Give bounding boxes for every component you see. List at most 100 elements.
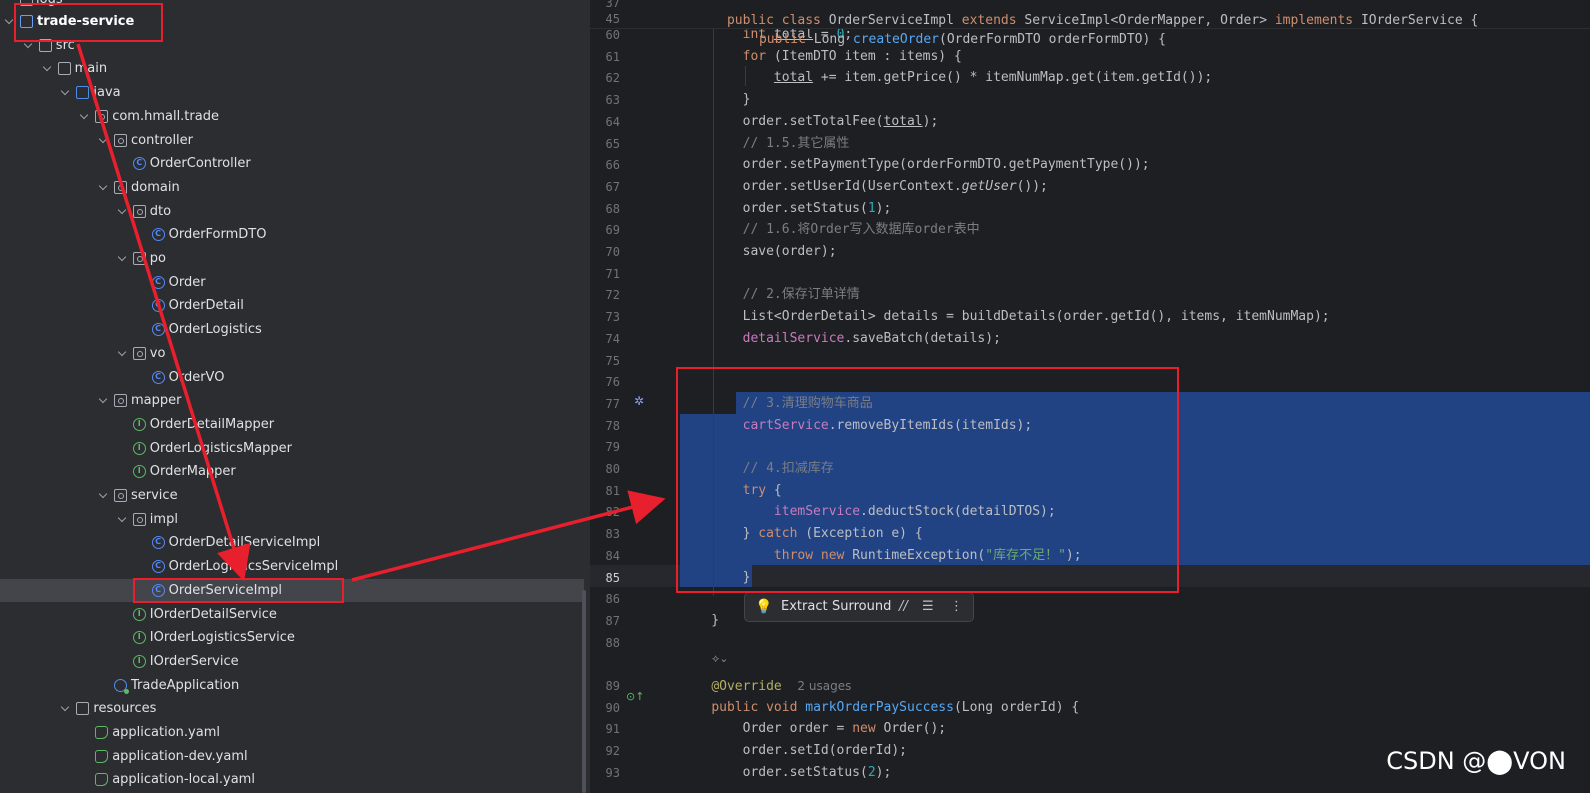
code-line[interactable]: save(order); (590, 241, 1590, 263)
chevron-down-icon[interactable] (98, 394, 108, 404)
tree-row-label: resources (93, 701, 157, 717)
tree-row[interactable]: main (0, 57, 584, 80)
chevron-down-icon[interactable] (79, 110, 89, 120)
tree-row[interactable]: application-local.yaml (0, 768, 584, 791)
tree-row[interactable]: I IOrderLogisticsService (0, 626, 584, 649)
tree-row[interactable]: TradeApplication (0, 674, 584, 697)
source-root-folder-icon (76, 86, 90, 100)
annotation-box-module (14, 3, 163, 42)
code-line[interactable]: // 1.6.将Order写入数据库order表中 (590, 219, 1590, 241)
class-icon: C (151, 323, 165, 337)
package-icon (114, 180, 127, 194)
code-line[interactable] (590, 263, 1590, 285)
code-line[interactable]: order.setUserId(UserContext.getUser()); (590, 176, 1590, 198)
chevron-down-icon[interactable] (98, 489, 108, 499)
tree-row-label: application-local.yaml (112, 772, 255, 788)
tree-row-label: TradeApplication (131, 677, 240, 693)
override-gutter-icon[interactable]: ⊙↑ (626, 690, 644, 704)
code-line[interactable] (590, 632, 1590, 654)
code-line[interactable]: // 1.5.其它属性 (590, 133, 1590, 155)
code-line[interactable]: total += item.getPrice() * itemNumMap.ge… (590, 67, 1590, 89)
tree-row-label: IOrderDetailService (149, 606, 277, 622)
more-icon[interactable]: ⋮ (950, 593, 963, 621)
tree-row[interactable]: controller (0, 129, 584, 152)
reformat-icon[interactable]: ☰ (922, 593, 934, 621)
code-line[interactable]: } (590, 89, 1590, 111)
extract-button[interactable]: Extract (781, 593, 828, 621)
chevron-down-icon[interactable] (117, 205, 127, 214)
tree-row[interactable]: application.yaml (0, 721, 584, 744)
tree-row[interactable]: I OrderMapper (0, 460, 584, 483)
tree-row[interactable]: vo (0, 342, 584, 365)
tree-row[interactable]: C OrderLogistics (0, 318, 584, 341)
tree-row-label: OrderLogisticsServiceImpl (168, 559, 339, 575)
tree-row[interactable]: I OrderDetailMapper (0, 413, 584, 436)
tree-row-label: dto (149, 203, 172, 219)
tree-row[interactable]: mapper (0, 389, 584, 412)
code-line[interactable]: } (590, 610, 1590, 632)
tree-row[interactable]: domain (0, 176, 584, 199)
tree-row[interactable]: com.hmall.trade (0, 105, 584, 128)
lightbulb-icon[interactable]: 💡 (755, 593, 772, 621)
chevron-down-icon[interactable] (42, 63, 51, 72)
tree-row-label: impl (149, 511, 178, 527)
code-line[interactable]: order.setPaymentType(orderFormDTO.getPay… (590, 154, 1590, 176)
tree-row[interactable]: I OrderLogisticsMapper (0, 437, 584, 460)
code-line[interactable]: List<OrderDetail> details = buildDetails… (590, 306, 1590, 328)
tree-row[interactable]: C OrderDetail (0, 294, 584, 317)
chevron-down-icon[interactable] (98, 134, 108, 143)
tree-row[interactable]: C OrderLogisticsServiceImpl (0, 555, 584, 578)
chevron-down-icon[interactable] (61, 86, 70, 96)
tree-row-label: OrderFormDTO (168, 227, 267, 243)
tree-row[interactable]: service (0, 484, 584, 507)
comment-icon[interactable]: // (899, 593, 908, 621)
package-icon (95, 109, 109, 123)
tree-row-label: OrderDetailMapper (149, 416, 275, 432)
chevron-down-icon[interactable] (4, 15, 14, 25)
ai-gutter-icon[interactable]: ✲ (634, 395, 646, 407)
tree-row[interactable]: C OrderController (0, 152, 584, 175)
chevron-down-icon[interactable] (98, 181, 108, 191)
chevron-down-icon[interactable] (117, 252, 127, 262)
tree-row[interactable]: C OrderVO (0, 366, 584, 389)
tree-row-label: vo (149, 345, 166, 361)
code-line[interactable]: public void markOrderPaySuccess(Long ord… (590, 697, 1590, 719)
code-line[interactable]: Order order = new Order(); (590, 718, 1590, 740)
tree-row[interactable]: java (0, 81, 584, 104)
tree-row[interactable]: impl (0, 508, 584, 531)
code-line[interactable]: order.setTotalFee(total); (590, 111, 1590, 133)
package-icon (132, 346, 146, 360)
interface-icon: I (132, 607, 146, 621)
tree-row[interactable]: C OrderDetailServiceImpl (0, 531, 584, 554)
tree-row-label: po (149, 251, 167, 266)
tree-row[interactable]: C Order (0, 271, 584, 294)
class-icon: C (151, 275, 165, 289)
code-line[interactable]: // 2.保存订单详情 (590, 284, 1590, 306)
code-line[interactable]: order.setStatus(1); (590, 198, 1590, 220)
tree-row[interactable]: I IOrderService (0, 650, 584, 673)
fold-icon[interactable]: ⟡⌄ (712, 652, 729, 666)
chevron-down-icon[interactable] (117, 513, 127, 522)
tree-row[interactable]: I IOrderDetailService (0, 603, 584, 626)
code-line[interactable]: @Override 2 usages (590, 675, 1590, 697)
tree-row[interactable]: po (0, 247, 584, 270)
annotation-box-file (133, 578, 344, 603)
tree-row-label: domain (131, 179, 180, 195)
code-line[interactable] (590, 653, 1590, 675)
package-icon (132, 512, 146, 526)
project-tree-panel: logs trade-servicesrcmainjavacom.hmall.t… (0, 0, 590, 793)
tree-scrollbar[interactable] (582, 590, 586, 793)
class-icon: C (151, 560, 165, 574)
surround-button[interactable]: Surround (832, 593, 891, 621)
tree-row-label: Order (168, 274, 206, 290)
tree-row[interactable]: resources (0, 697, 584, 720)
yaml-icon (95, 749, 109, 763)
package-icon (114, 489, 127, 502)
chevron-down-icon[interactable] (61, 703, 70, 712)
tree-row[interactable]: dto (0, 200, 584, 223)
code-line[interactable]: detailService.saveBatch(details); (590, 328, 1590, 350)
tree-row-label: OrderDetail (168, 298, 244, 314)
tree-row[interactable]: C OrderFormDTO (0, 223, 584, 246)
chevron-down-icon[interactable] (117, 347, 127, 357)
tree-row[interactable]: application-dev.yaml (0, 745, 584, 768)
